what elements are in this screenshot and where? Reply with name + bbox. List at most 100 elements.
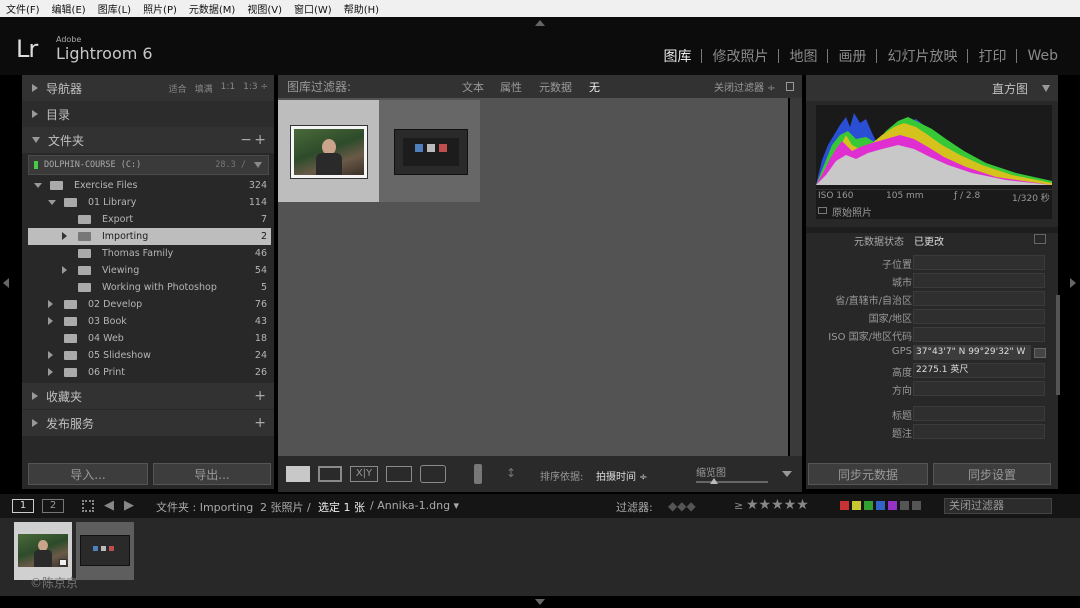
zoom-1-1[interactable]: 1:1 bbox=[221, 82, 235, 95]
folders-header[interactable]: 文件夹 − + bbox=[22, 127, 274, 153]
toolbar-menu-icon[interactable] bbox=[782, 471, 792, 477]
metadata-field-input[interactable] bbox=[913, 406, 1045, 421]
grid-view-icon[interactable] bbox=[286, 466, 310, 482]
metadata-field-input[interactable] bbox=[913, 291, 1045, 306]
folder-expand-icon[interactable] bbox=[48, 300, 53, 308]
remove-folder-button[interactable]: − bbox=[240, 132, 252, 148]
import-button[interactable]: 导入... bbox=[28, 463, 148, 485]
publish-header[interactable]: 发布服务 + bbox=[22, 410, 274, 436]
metadata-field-input[interactable] bbox=[913, 309, 1045, 324]
folder-row[interactable]: 02 Develop 76 bbox=[28, 296, 271, 313]
sync-settings-button[interactable]: 同步设置 bbox=[933, 463, 1051, 485]
compare-view-icon[interactable]: X|Y bbox=[350, 466, 378, 482]
grid-cell[interactable] bbox=[379, 100, 480, 202]
metadata-field-input[interactable] bbox=[913, 424, 1045, 439]
selected-file[interactable]: / Annika-1.dng ▾ bbox=[370, 499, 459, 512]
folder-row[interactable]: 04 Web 18 bbox=[28, 330, 271, 347]
volume-bar[interactable]: DOLPHIN-COURSE (C:) 28.3 / bbox=[28, 155, 269, 175]
add-collection-button[interactable]: + bbox=[254, 388, 266, 404]
menu-photo[interactable]: 照片(P) bbox=[137, 1, 183, 16]
folder-expand-icon[interactable] bbox=[62, 266, 67, 274]
metadata-field-input[interactable]: 2275.1 英尺 bbox=[913, 363, 1045, 378]
thumbnail-size-slider[interactable] bbox=[696, 478, 768, 484]
grid-cell-selected[interactable] bbox=[278, 100, 379, 202]
filter-preset-menu[interactable]: 关闭过滤器 ÷ bbox=[714, 79, 776, 94]
metadata-field-input[interactable] bbox=[913, 327, 1045, 342]
menu-library[interactable]: 图库(L) bbox=[92, 1, 137, 16]
folder-row[interactable]: 05 Slideshow 24 bbox=[28, 347, 271, 364]
folder-row[interactable]: 03 Book 43 bbox=[28, 313, 271, 330]
filmstrip-toggle-icon[interactable] bbox=[535, 599, 545, 605]
folder-row[interactable]: Importing 2 bbox=[28, 228, 271, 245]
flag-filter-icons[interactable]: ◆◆◆ bbox=[668, 499, 696, 513]
folder-row[interactable]: Viewing 54 bbox=[28, 262, 271, 279]
menu-file[interactable]: 文件(F) bbox=[0, 1, 46, 16]
loupe-view-icon[interactable] bbox=[318, 466, 342, 482]
filmstrip-thumbnail[interactable] bbox=[80, 535, 130, 566]
metadata-field-input[interactable] bbox=[913, 381, 1045, 396]
module-book[interactable]: 画册 bbox=[828, 46, 876, 66]
folder-row[interactable]: 06 Print 26 bbox=[28, 364, 271, 381]
export-button[interactable]: 导出... bbox=[153, 463, 271, 485]
module-map[interactable]: 地图 bbox=[779, 46, 827, 66]
left-panel-toggle-icon[interactable] bbox=[3, 278, 9, 288]
module-print[interactable]: 打印 bbox=[968, 46, 1016, 66]
survey-view-icon[interactable] bbox=[386, 466, 412, 482]
collapse-icon[interactable] bbox=[1042, 84, 1050, 92]
folder-expand-icon[interactable] bbox=[48, 368, 53, 376]
folder-row[interactable]: 01 Library 114 bbox=[28, 194, 271, 211]
folder-expand-icon[interactable] bbox=[48, 351, 53, 359]
add-publish-button[interactable]: + bbox=[254, 415, 266, 431]
zoom-fill[interactable]: 填满 bbox=[195, 82, 213, 95]
menu-help[interactable]: 帮助(H) bbox=[338, 1, 385, 16]
folder-collapse-icon[interactable] bbox=[34, 183, 42, 188]
grid-scrollbar[interactable] bbox=[790, 98, 802, 456]
sort-direction-icon[interactable]: ↕ bbox=[506, 466, 534, 482]
right-panel-toggle-icon[interactable] bbox=[1070, 278, 1076, 288]
folder-row[interactable]: Working with Photoshop 5 bbox=[28, 279, 271, 296]
sort-dropdown[interactable]: 拍摄时间 ÷ bbox=[596, 468, 648, 483]
lock-icon[interactable] bbox=[786, 82, 794, 91]
rating-operator[interactable]: ≥ bbox=[734, 499, 743, 512]
folder-row[interactable]: Thomas Family 46 bbox=[28, 245, 271, 262]
painter-icon[interactable] bbox=[474, 464, 482, 484]
zoom-1-3[interactable]: 1:3 ÷ bbox=[243, 82, 268, 95]
menu-edit[interactable]: 编辑(E) bbox=[46, 1, 92, 16]
right-panel-scrollbar[interactable] bbox=[1056, 295, 1060, 395]
main-window-button[interactable]: 1 bbox=[12, 499, 34, 513]
metadata-status-button[interactable] bbox=[1034, 234, 1046, 244]
module-library[interactable]: 图库 bbox=[653, 46, 701, 66]
histogram-header[interactable]: 直方图 bbox=[806, 75, 1058, 101]
add-folder-button[interactable]: + bbox=[254, 132, 266, 148]
volume-menu-icon[interactable] bbox=[254, 162, 262, 168]
filmstrip-filter-dropdown[interactable]: 关闭过滤器 bbox=[944, 498, 1052, 514]
folder-collapse-icon[interactable] bbox=[48, 200, 56, 205]
menu-view[interactable]: 视图(V) bbox=[241, 1, 288, 16]
module-web[interactable]: Web bbox=[1017, 48, 1068, 64]
filter-none[interactable]: 无 bbox=[589, 79, 600, 95]
module-develop[interactable]: 修改照片 bbox=[702, 46, 778, 66]
forward-arrow-icon[interactable]: ▶ bbox=[124, 498, 134, 513]
filter-text[interactable]: 文本 bbox=[462, 79, 484, 95]
module-slideshow[interactable]: 幻灯片放映 bbox=[877, 46, 967, 66]
rating-filter-stars[interactable]: ★★★★★ bbox=[746, 497, 809, 513]
catalog-header[interactable]: 目录 bbox=[22, 101, 274, 127]
metadata-field-input[interactable] bbox=[913, 273, 1045, 288]
top-panel-toggle-icon[interactable] bbox=[535, 20, 545, 26]
filter-metadata[interactable]: 元数据 bbox=[539, 79, 572, 95]
filmstrip-cell-selected[interactable] bbox=[14, 522, 72, 580]
folder-expand-icon[interactable] bbox=[62, 232, 67, 240]
people-view-icon[interactable] bbox=[420, 465, 446, 483]
filter-attribute[interactable]: 属性 bbox=[500, 79, 522, 95]
gps-map-button[interactable] bbox=[1034, 348, 1046, 358]
folder-expand-icon[interactable] bbox=[48, 317, 53, 325]
collections-header[interactable]: 收藏夹 + bbox=[22, 383, 274, 409]
color-label-filter[interactable] bbox=[840, 501, 921, 510]
back-arrow-icon[interactable]: ◀ bbox=[104, 498, 114, 513]
sync-metadata-button[interactable]: 同步元数据 bbox=[808, 463, 928, 485]
zoom-fit[interactable]: 适合 bbox=[169, 82, 187, 95]
navigator-header[interactable]: 导航器 适合 填满 1:1 1:3 ÷ bbox=[22, 75, 274, 101]
menu-window[interactable]: 窗口(W) bbox=[288, 1, 338, 16]
folder-row[interactable]: Exercise Files 324 bbox=[28, 177, 271, 194]
screenshot-thumbnail[interactable] bbox=[394, 129, 468, 175]
